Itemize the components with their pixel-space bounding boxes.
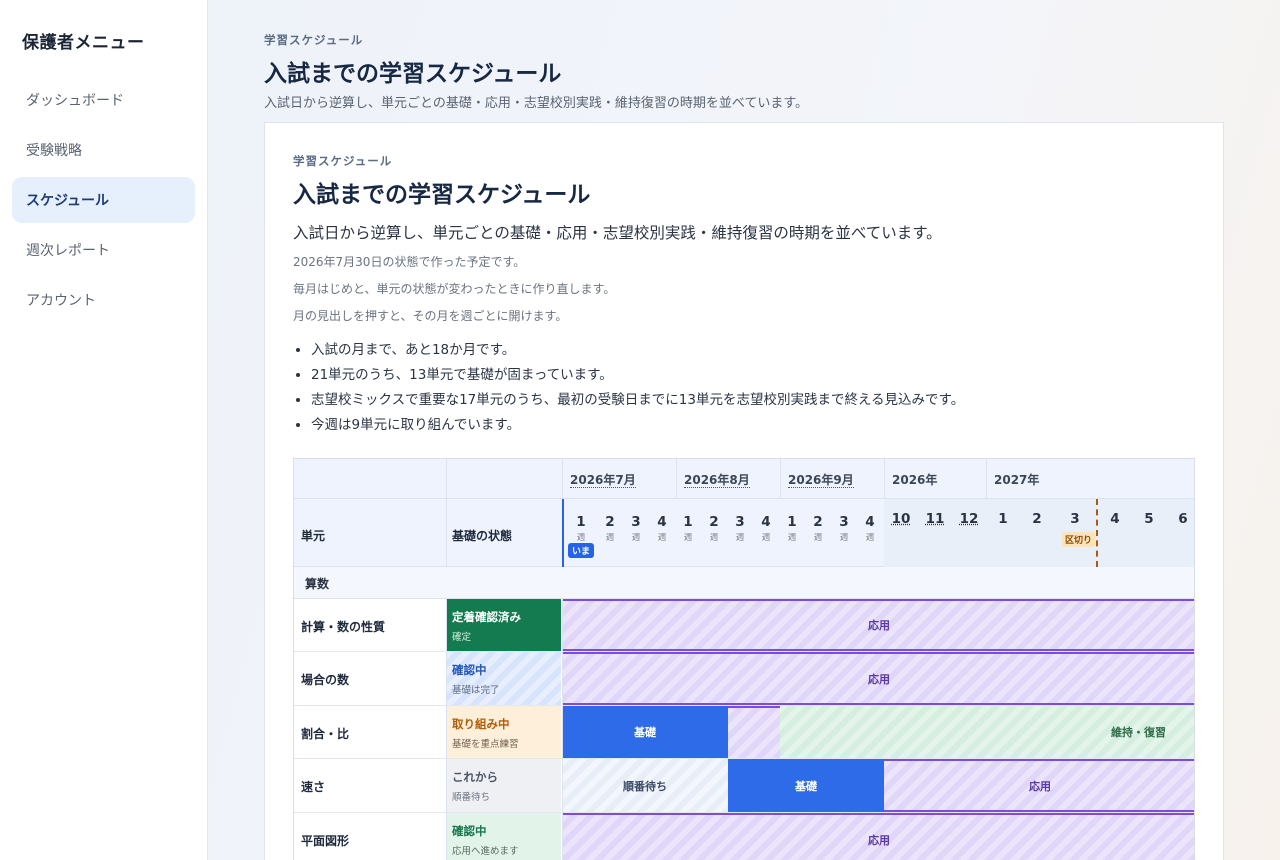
month-label[interactable]: 10 [884,511,918,527]
sidebar-nav: ダッシュボード 受験戦略 スケジュール 週次レポート アカウント [0,77,207,323]
summary-item: 志望校ミックスで重要な17単元のうち、最初の受験日までに13単元を志望校別実践ま… [311,388,1223,413]
month-label: 6 [1178,511,1188,527]
sidebar: 保護者メニュー ダッシュボード 受験戦略 スケジュール 週次レポート アカウント [0,0,208,860]
schedule-bar-applied[interactable]: 応用 [562,599,1194,651]
summary-item: 今週は9単元に取り組んでいます。 [311,413,1223,438]
week-label[interactable]: 4週 [857,511,883,543]
card-title: 入試までの学習スケジュール [293,182,591,208]
card-eyebrow: 学習スケジュール [293,154,393,168]
year-header-2027: 2027年 [986,459,1194,499]
current-week-line [562,499,564,567]
column-divider [562,459,563,499]
summary-item: 21単元のうち、13単元で基礎が固まっています。 [311,363,1223,388]
week-label[interactable]: 2週 [597,511,623,543]
page-header: 学習スケジュール 入試までの学習スケジュール 入試日から逆算し、単元ごとの基礎・… [264,32,808,111]
month-label: 4 [1110,511,1120,527]
table-row: 場合の数 確認中 基礎は完了 応用 [294,652,1194,706]
week-label[interactable]: 1週 [779,511,805,543]
week-label[interactable]: 3週 [831,511,857,543]
unit-name: 平面図形 [301,834,350,848]
table-row: 平面図形 確認中 応用へ進めます 応用 [294,813,1194,860]
year-header-2026: 2026年 [884,459,986,499]
status-sub: 応用へ進めます [452,846,519,857]
cutoff-line [1096,499,1098,567]
week-label[interactable]: 3週 [623,511,649,543]
column-divider [446,459,447,567]
column-divider [446,599,447,860]
status-label: 確認中 [452,663,487,677]
schedule-bar-waiting[interactable]: 順番待ち [562,759,728,812]
week-label[interactable]: 1週 [568,511,594,543]
week-label[interactable]: 2週 [805,511,831,543]
schedule-bar-basic[interactable]: 基礎 [728,759,884,812]
schedule-bar-applied[interactable]: 応用 [562,652,1194,705]
status-badge: 定着確認済み 確定 [446,599,561,651]
summary-list: 入試の月まで、あと18か月です。 21単元のうち、13単元で基礎が固まっています… [293,338,1223,438]
schedule-bar-applied[interactable] [728,706,780,758]
month-header-jul[interactable]: 2026年7月 [562,459,676,499]
month-label: 3 [1070,511,1080,527]
sidebar-item-account[interactable]: アカウント [12,277,195,323]
unit-name: 割合・比 [301,727,350,741]
sidebar-item-schedule[interactable]: スケジュール [12,177,195,223]
month-label[interactable]: 12 [952,511,986,527]
card-note: 2026年7月30日の状態で作った予定です。 [293,255,526,269]
month-label: 5 [1144,511,1154,527]
page-title: 入試までの学習スケジュール [264,61,562,87]
month-header-aug[interactable]: 2026年8月 [676,459,780,499]
unit-name: 計算・数の性質 [301,620,386,634]
summary-item: 入試の月まで、あと18か月です。 [311,338,1223,363]
now-badge: いま [568,543,595,558]
column-divider [562,599,563,860]
future-months-shade [884,499,1194,567]
card-note: 毎月はじめと、単元の状態が変わったときに作り直します。 [293,282,616,296]
schedule-bar-applied[interactable]: 応用 [884,759,1194,812]
unit-column-header: 単元 [301,529,326,543]
month-label[interactable]: 11 [918,511,952,527]
sidebar-title: 保護者メニュー [22,33,145,53]
status-label: これから [452,770,498,784]
schedule-bar-applied[interactable]: 応用 [562,813,1194,860]
sidebar-item-weekly-report[interactable]: 週次レポート [12,227,195,273]
unit-name: 速さ [301,780,326,794]
sidebar-item-strategy[interactable]: 受験戦略 [12,127,195,173]
status-sub: 基礎は完了 [452,685,500,696]
main-area: 学習スケジュール 入試までの学習スケジュール 入試日から逆算し、単元ごとの基礎・… [208,0,1280,860]
status-badge: 確認中 基礎は完了 [446,652,561,705]
status-sub: 基礎を重点練習 [452,739,519,750]
status-badge: 取り組み中 基礎を重点練習 [446,706,561,758]
week-label[interactable]: 4週 [753,511,779,543]
schedule-bar-maintain[interactable]: 維持・復習 [780,706,1194,758]
page-description: 入試日から逆算し、単元ごとの基礎・応用・志望校別実践・維持復習の時期を並べていま… [264,96,809,111]
cutoff-badge: 区切り [1062,532,1096,547]
card-lead: 入試日から逆算し、単元ごとの基礎・応用・志望校別実践・維持復習の時期を並べていま… [293,224,942,242]
table-row: 計算・数の性質 定着確認済み 確定 応用 [294,599,1194,652]
status-sub: 確定 [452,632,472,643]
schedule-card: 学習スケジュール 入試までの学習スケジュール 入試日から逆算し、単元ごとの基礎・… [264,122,1224,860]
month-header-sep[interactable]: 2026年9月 [780,459,884,499]
table-row: 速さ これから 順番待ち 順番待ち 基礎 応用 [294,759,1194,813]
status-badge: これから 順番待ち [446,759,561,812]
card-note: 月の見出しを押すと、その月を週ごとに開けます。 [293,309,568,323]
status-label: 確認中 [452,824,487,838]
status-sub: 順番待ち [452,792,491,803]
schedule-bar-basic[interactable]: 基礎 [562,706,728,758]
schedule-grid: 2026年7月 2026年8月 2026年9月 2026年 2027年 単元 基… [293,458,1195,860]
status-label: 取り組み中 [452,717,510,731]
table-row: 割合・比 取り組み中 基礎を重点練習 基礎 維持・復習 [294,706,1194,759]
section-header-math: 算数 [294,567,1194,599]
status-badge: 確認中 応用へ進めます [446,813,561,860]
week-label[interactable]: 1週 [675,511,701,543]
sidebar-item-dashboard[interactable]: ダッシュボード [12,77,195,123]
status-label: 定着確認済み [452,610,521,624]
unit-name: 場合の数 [301,673,350,687]
week-label[interactable]: 2週 [701,511,727,543]
month-label: 2 [1032,511,1042,527]
month-label: 1 [998,511,1008,527]
status-column-header: 基礎の状態 [452,529,513,543]
week-label[interactable]: 4週 [649,511,675,543]
week-label[interactable]: 3週 [727,511,753,543]
page-eyebrow: 学習スケジュール [264,33,364,47]
